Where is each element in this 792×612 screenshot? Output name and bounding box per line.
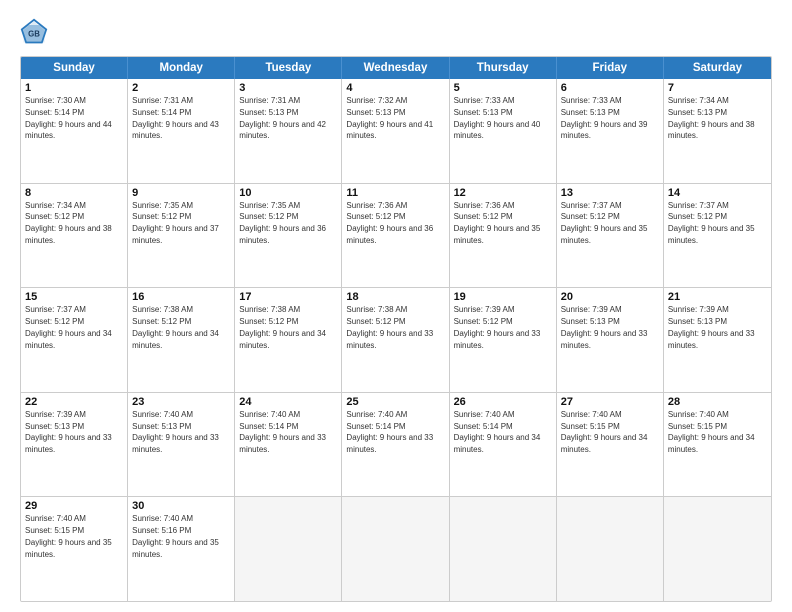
- header-day-thursday: Thursday: [450, 57, 557, 79]
- calendar-row: 8Sunrise: 7:34 AMSunset: 5:12 PMDaylight…: [21, 184, 771, 289]
- calendar-cell: 5Sunrise: 7:33 AMSunset: 5:13 PMDaylight…: [450, 79, 557, 183]
- calendar-cell: 10Sunrise: 7:35 AMSunset: 5:12 PMDayligh…: [235, 184, 342, 288]
- calendar-row: 22Sunrise: 7:39 AMSunset: 5:13 PMDayligh…: [21, 393, 771, 498]
- calendar-cell: [342, 497, 449, 601]
- header-day-tuesday: Tuesday: [235, 57, 342, 79]
- calendar-cell: [557, 497, 664, 601]
- calendar-cell: 17Sunrise: 7:38 AMSunset: 5:12 PMDayligh…: [235, 288, 342, 392]
- page: GB SundayMondayTuesdayWednesdayThursdayF…: [0, 0, 792, 612]
- header-day-saturday: Saturday: [664, 57, 771, 79]
- calendar-cell: 24Sunrise: 7:40 AMSunset: 5:14 PMDayligh…: [235, 393, 342, 497]
- calendar-cell: 28Sunrise: 7:40 AMSunset: 5:15 PMDayligh…: [664, 393, 771, 497]
- calendar-header: SundayMondayTuesdayWednesdayThursdayFrid…: [21, 57, 771, 79]
- calendar-cell: 15Sunrise: 7:37 AMSunset: 5:12 PMDayligh…: [21, 288, 128, 392]
- header-day-sunday: Sunday: [21, 57, 128, 79]
- calendar-cell: 14Sunrise: 7:37 AMSunset: 5:12 PMDayligh…: [664, 184, 771, 288]
- calendar-cell: 25Sunrise: 7:40 AMSunset: 5:14 PMDayligh…: [342, 393, 449, 497]
- calendar-cell: 13Sunrise: 7:37 AMSunset: 5:12 PMDayligh…: [557, 184, 664, 288]
- calendar-cell: 9Sunrise: 7:35 AMSunset: 5:12 PMDaylight…: [128, 184, 235, 288]
- calendar-cell: 26Sunrise: 7:40 AMSunset: 5:14 PMDayligh…: [450, 393, 557, 497]
- svg-text:GB: GB: [28, 29, 40, 38]
- calendar-cell: 21Sunrise: 7:39 AMSunset: 5:13 PMDayligh…: [664, 288, 771, 392]
- calendar-cell: 6Sunrise: 7:33 AMSunset: 5:13 PMDaylight…: [557, 79, 664, 183]
- calendar-cell: 16Sunrise: 7:38 AMSunset: 5:12 PMDayligh…: [128, 288, 235, 392]
- header-day-friday: Friday: [557, 57, 664, 79]
- calendar-cell: 4Sunrise: 7:32 AMSunset: 5:13 PMDaylight…: [342, 79, 449, 183]
- logo-icon: GB: [20, 18, 48, 46]
- calendar-cell: [664, 497, 771, 601]
- calendar-cell: 27Sunrise: 7:40 AMSunset: 5:15 PMDayligh…: [557, 393, 664, 497]
- calendar-cell: 2Sunrise: 7:31 AMSunset: 5:14 PMDaylight…: [128, 79, 235, 183]
- calendar-cell: [450, 497, 557, 601]
- header: GB: [20, 18, 772, 46]
- calendar-cell: 8Sunrise: 7:34 AMSunset: 5:12 PMDaylight…: [21, 184, 128, 288]
- calendar-cell: 19Sunrise: 7:39 AMSunset: 5:12 PMDayligh…: [450, 288, 557, 392]
- calendar-cell: 11Sunrise: 7:36 AMSunset: 5:12 PMDayligh…: [342, 184, 449, 288]
- header-day-monday: Monday: [128, 57, 235, 79]
- calendar-cell: 30Sunrise: 7:40 AMSunset: 5:16 PMDayligh…: [128, 497, 235, 601]
- calendar-cell: 3Sunrise: 7:31 AMSunset: 5:13 PMDaylight…: [235, 79, 342, 183]
- calendar: SundayMondayTuesdayWednesdayThursdayFrid…: [20, 56, 772, 602]
- calendar-cell: 22Sunrise: 7:39 AMSunset: 5:13 PMDayligh…: [21, 393, 128, 497]
- calendar-cell: 23Sunrise: 7:40 AMSunset: 5:13 PMDayligh…: [128, 393, 235, 497]
- calendar-body: 1Sunrise: 7:30 AMSunset: 5:14 PMDaylight…: [21, 79, 771, 601]
- calendar-row: 29Sunrise: 7:40 AMSunset: 5:15 PMDayligh…: [21, 497, 771, 601]
- calendar-row: 1Sunrise: 7:30 AMSunset: 5:14 PMDaylight…: [21, 79, 771, 184]
- header-day-wednesday: Wednesday: [342, 57, 449, 79]
- calendar-cell: 12Sunrise: 7:36 AMSunset: 5:12 PMDayligh…: [450, 184, 557, 288]
- logo: GB: [20, 18, 52, 46]
- calendar-cell: 29Sunrise: 7:40 AMSunset: 5:15 PMDayligh…: [21, 497, 128, 601]
- calendar-cell: 1Sunrise: 7:30 AMSunset: 5:14 PMDaylight…: [21, 79, 128, 183]
- calendar-cell: [235, 497, 342, 601]
- calendar-cell: 20Sunrise: 7:39 AMSunset: 5:13 PMDayligh…: [557, 288, 664, 392]
- calendar-cell: 18Sunrise: 7:38 AMSunset: 5:12 PMDayligh…: [342, 288, 449, 392]
- calendar-row: 15Sunrise: 7:37 AMSunset: 5:12 PMDayligh…: [21, 288, 771, 393]
- calendar-cell: 7Sunrise: 7:34 AMSunset: 5:13 PMDaylight…: [664, 79, 771, 183]
